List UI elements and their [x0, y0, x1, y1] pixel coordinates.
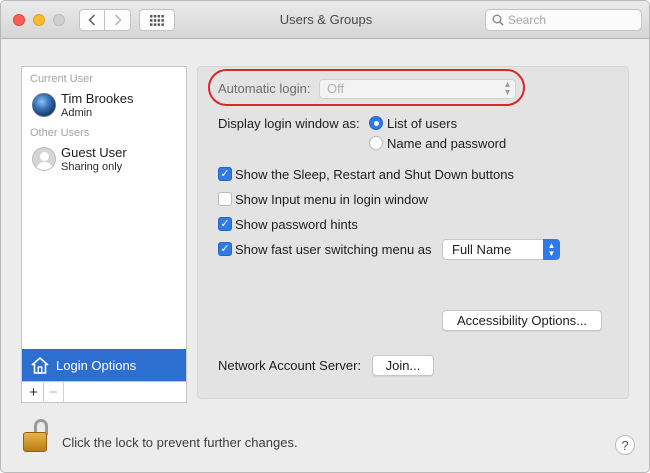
search-field[interactable]: Search — [485, 9, 642, 31]
guest-avatar-icon — [32, 147, 56, 171]
checkbox-sleep-restart-shutdown[interactable]: ✓ — [218, 167, 232, 181]
preferences-window: Users & Groups Search Current User Tim B… — [0, 0, 650, 473]
title-bar: Users & Groups Search — [1, 1, 649, 39]
radio-name-and-password[interactable] — [369, 136, 383, 150]
display-login-window-label: Display login window as: — [218, 116, 360, 131]
search-placeholder: Search — [508, 13, 547, 27]
join-button[interactable]: Join... — [372, 355, 434, 376]
user-role: Sharing only — [61, 161, 123, 173]
highlight-annotation — [208, 69, 525, 106]
fast-user-switching-select[interactable]: Full Name ▲ ▼ — [442, 239, 560, 260]
lock-status-text: Click the lock to prevent further change… — [62, 435, 298, 450]
checkbox-label: Show the Sleep, Restart and Shut Down bu… — [235, 167, 514, 182]
accessibility-options-button[interactable]: Accessibility Options... — [442, 310, 602, 331]
add-remove-bar: + − — [22, 381, 186, 402]
radio-label: Name and password — [387, 136, 507, 151]
radio-list-of-users[interactable] — [369, 116, 383, 130]
fast-user-switching-value: Full Name — [452, 242, 512, 257]
add-user-button[interactable]: + — [24, 382, 44, 402]
checkbox-label: Show Input menu in login window — [235, 192, 428, 207]
sidebar-item-label: Login Options — [56, 357, 137, 373]
checkbox-input-menu[interactable] — [218, 192, 232, 206]
unlocked-padlock-icon[interactable] — [21, 419, 51, 455]
checkbox-fast-user-switching[interactable]: ✓ — [218, 242, 232, 256]
updown-chevron-icon: ▲ ▼ — [543, 239, 560, 260]
sidebar-item-login-options[interactable]: Login Options — [22, 349, 186, 381]
house-icon — [31, 356, 49, 374]
radio-label: List of users — [387, 116, 458, 131]
users-sidebar: Current User Tim Brookes Admin Other Use… — [21, 66, 187, 403]
current-user-heading: Current User — [30, 73, 93, 85]
help-button[interactable]: ? — [615, 435, 635, 455]
user-row-guest[interactable]: Guest User Sharing only — [22, 143, 186, 177]
checkbox-password-hints[interactable]: ✓ — [218, 217, 232, 231]
user-name: Guest User — [61, 145, 127, 160]
earth-avatar-icon — [32, 93, 56, 117]
remove-user-button[interactable]: − — [44, 382, 64, 402]
user-role: Admin — [61, 107, 93, 119]
checkbox-label: Show fast user switching menu as — [235, 242, 432, 257]
other-users-heading: Other Users — [30, 127, 90, 139]
checkbox-label: Show password hints — [235, 217, 358, 232]
network-account-server-label: Network Account Server: — [218, 358, 362, 373]
user-row-current[interactable]: Tim Brookes Admin — [22, 89, 186, 123]
search-icon — [492, 14, 504, 26]
user-name: Tim Brookes — [61, 91, 134, 106]
